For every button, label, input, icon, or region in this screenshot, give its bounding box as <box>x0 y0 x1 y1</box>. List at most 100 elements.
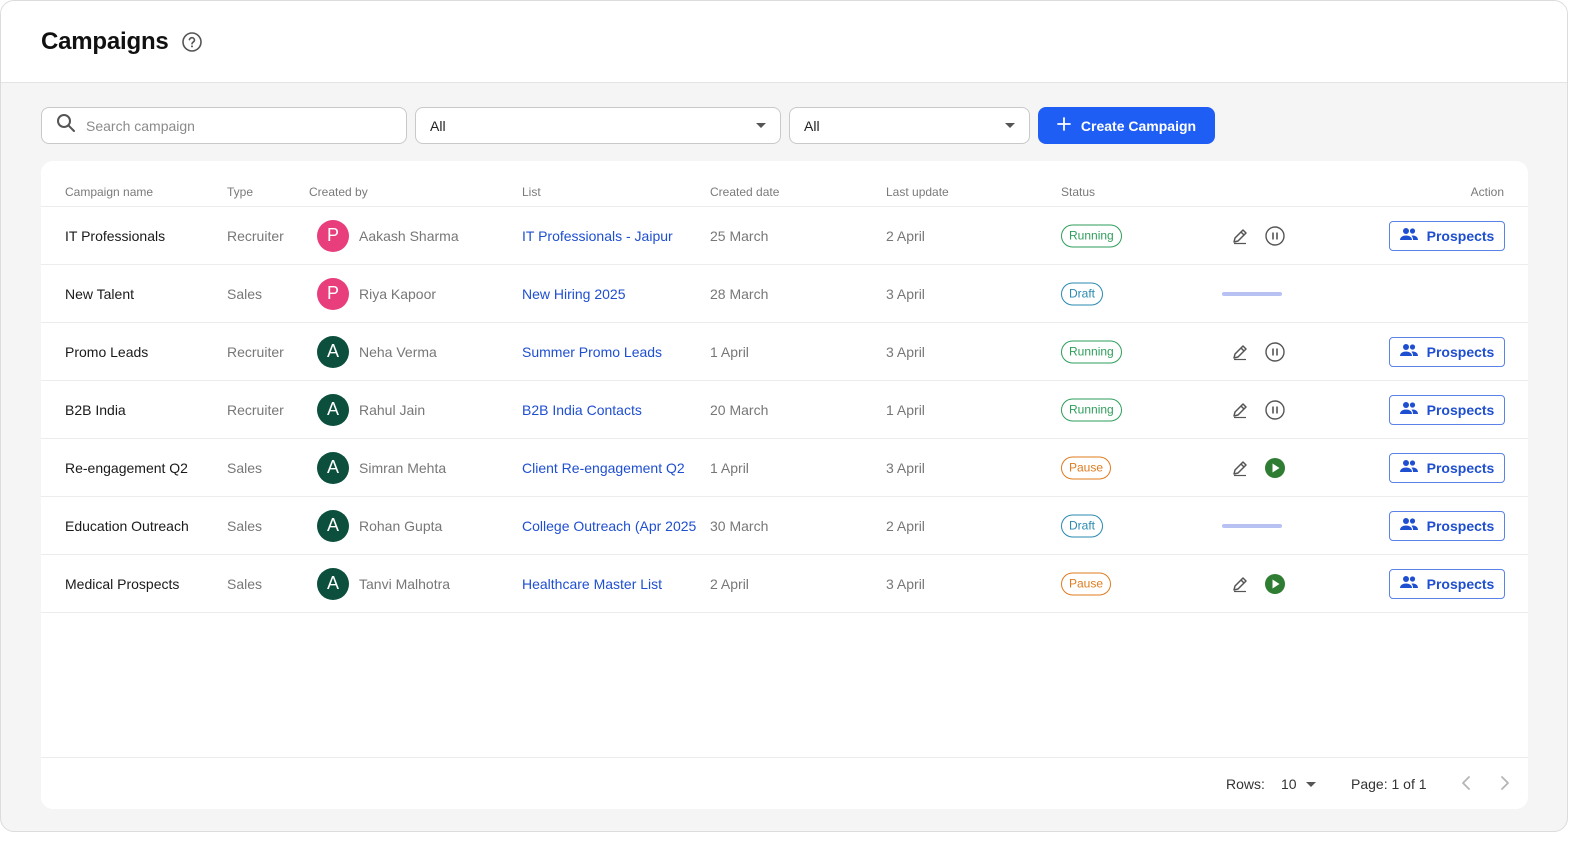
play-icon[interactable] <box>1264 457 1286 479</box>
prospects-button[interactable]: Prospects <box>1389 220 1505 251</box>
status-cell: Running <box>1061 224 1122 247</box>
status-badge: Pause <box>1061 456 1112 479</box>
column-header-created-date[interactable]: Created date <box>710 185 779 199</box>
column-header-campaign-name[interactable]: Campaign name <box>65 185 153 199</box>
prospects-button[interactable]: Prospects <box>1389 394 1505 425</box>
play-icon[interactable] <box>1264 573 1286 595</box>
campaign-name[interactable]: Re-engagement Q2 <box>65 460 188 476</box>
last-update: 1 April <box>886 401 925 418</box>
edit-icon[interactable] <box>1229 573 1251 595</box>
chevron-down-icon <box>1305 781 1316 787</box>
chevron-left-icon <box>1462 776 1470 790</box>
people-icon <box>1399 401 1418 418</box>
table-row: Promo Leads Recruiter A Neha Verma Summer Pr… <box>41 323 1528 381</box>
page-header: Campaigns <box>1 1 1567 83</box>
campaign-name[interactable]: Medical Prospects <box>65 576 179 592</box>
prospects-label: Prospects <box>1426 517 1495 534</box>
search-input[interactable] <box>86 117 386 134</box>
loading-placeholder <box>1222 523 1282 528</box>
help-icon[interactable] <box>181 31 203 53</box>
column-header-status[interactable]: Status <box>1061 185 1095 199</box>
people-icon <box>1399 575 1418 592</box>
created-by: A Rahul Jain <box>317 393 425 426</box>
previous-page-button[interactable] <box>1458 773 1474 796</box>
app-window: Campaigns All All Create Campaign <box>0 0 1568 832</box>
column-header-last-update[interactable]: Last update <box>886 185 949 199</box>
created-by: A Tanvi Malhotra <box>317 567 450 600</box>
avatar: A <box>317 393 349 426</box>
next-page-button[interactable] <box>1497 773 1513 796</box>
list-link[interactable]: Client Re-engagement Q2 <box>522 460 696 476</box>
status-badge: Draft <box>1061 514 1104 537</box>
rows-per-page-select[interactable]: 10 <box>1281 776 1316 792</box>
edit-icon[interactable] <box>1229 225 1251 247</box>
type-filter-select[interactable]: All <box>415 107 781 144</box>
campaign-name[interactable]: Promo Leads <box>65 344 148 360</box>
row-action: Prospects <box>1389 220 1505 251</box>
campaign-name[interactable]: New Talent <box>65 286 134 302</box>
prospects-button[interactable]: Prospects <box>1389 452 1505 483</box>
pause-icon[interactable] <box>1264 341 1286 363</box>
campaign-name[interactable]: IT Professionals <box>65 228 165 244</box>
prospects-label: Prospects <box>1426 459 1495 476</box>
status-cell: Running <box>1061 398 1122 421</box>
list-link[interactable]: B2B India Contacts <box>522 402 696 418</box>
row-action: Prospects <box>1389 452 1505 483</box>
campaign-type: Recruiter <box>227 343 284 360</box>
created-date: 20 March <box>710 401 769 418</box>
column-header-created-by[interactable]: Created by <box>309 185 368 199</box>
campaign-name[interactable]: B2B India <box>65 402 126 418</box>
row-action: Prospects <box>1389 394 1505 425</box>
prospects-label: Prospects <box>1426 227 1495 244</box>
avatar: A <box>317 509 349 542</box>
search-icon <box>56 113 76 138</box>
table-footer: Rows: 10 Page: 1 of 1 <box>41 757 1528 809</box>
list-link[interactable]: Healthcare Master List <box>522 576 696 592</box>
list-link[interactable]: IT Professionals - Jaipur <box>522 228 696 244</box>
create-campaign-label: Create Campaign <box>1080 117 1197 134</box>
toolbar: All All Create Campaign <box>41 107 1215 144</box>
status-cell: Draft <box>1061 514 1104 537</box>
campaign-type: Sales <box>227 517 263 534</box>
status-filter-select[interactable]: All <box>789 107 1030 144</box>
prospects-button[interactable]: Prospects <box>1389 568 1505 599</box>
status-badge: Running <box>1061 340 1122 363</box>
campaign-name[interactable]: Education Outreach <box>65 518 189 534</box>
created-date: 1 April <box>710 343 749 360</box>
list-link[interactable]: New Hiring 2025 <box>522 286 696 302</box>
prospects-label: Prospects <box>1426 401 1495 418</box>
pause-icon[interactable] <box>1264 399 1286 421</box>
status-cell: Pause <box>1061 572 1112 595</box>
column-header-type[interactable]: Type <box>227 185 253 199</box>
campaign-type: Sales <box>227 575 263 592</box>
chevron-down-icon <box>1005 123 1015 128</box>
people-icon <box>1399 459 1418 476</box>
created-date: 2 April <box>710 575 749 592</box>
rows-per-page-value: 10 <box>1281 776 1297 792</box>
edit-icon[interactable] <box>1229 341 1251 363</box>
prospects-button[interactable]: Prospects <box>1389 336 1505 367</box>
row-action: Prospects <box>1389 568 1505 599</box>
edit-icon[interactable] <box>1229 399 1251 421</box>
prospects-button[interactable]: Prospects <box>1389 510 1505 541</box>
created-by: A Rohan Gupta <box>317 509 443 542</box>
avatar: A <box>317 451 349 484</box>
list-link[interactable]: College Outreach (Apr 2025 <box>522 518 696 534</box>
table-row: IT Professionals Recruiter P Aakash Sharma I… <box>41 207 1528 265</box>
row-controls <box>1229 573 1286 595</box>
pause-icon[interactable] <box>1264 225 1286 247</box>
row-controls <box>1229 225 1286 247</box>
campaigns-table: Campaign name Type Created by List Creat… <box>41 161 1528 809</box>
avatar: A <box>317 335 349 368</box>
chevron-right-icon <box>1501 776 1509 790</box>
edit-icon[interactable] <box>1229 457 1251 479</box>
creator-name: Rohan Gupta <box>359 517 443 534</box>
column-header-list[interactable]: List <box>522 185 541 199</box>
list-link[interactable]: Summer Promo Leads <box>522 344 696 360</box>
prospects-label: Prospects <box>1426 575 1495 592</box>
create-campaign-button[interactable]: Create Campaign <box>1038 107 1215 144</box>
table-header: Campaign name Type Created by List Creat… <box>41 161 1528 207</box>
search-box[interactable] <box>41 107 407 144</box>
table-row: New Talent Sales P Riya Kapoor New Hiring 20… <box>41 265 1528 323</box>
status-filter-value: All <box>804 117 820 134</box>
